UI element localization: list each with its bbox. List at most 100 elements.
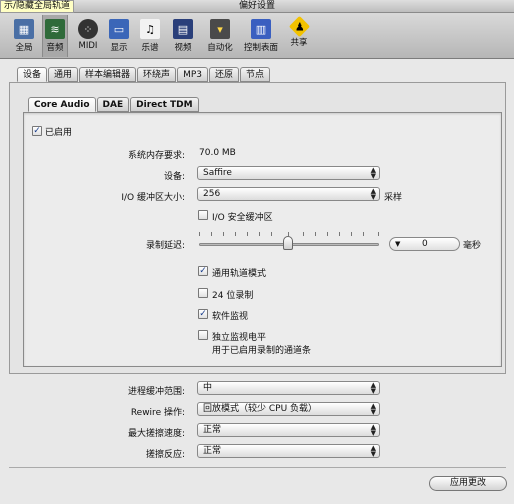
toolbar-audio[interactable]: ≋ 音频 [42, 15, 68, 57]
rewire-popup[interactable]: 回放模式（较少 CPU 负载） ▲ ▼ [197, 402, 380, 416]
toolbar-display[interactable]: ▭ 显示 [106, 15, 132, 57]
toolbar-midi[interactable]: ⁘ MIDI [75, 15, 101, 57]
delay-unit: 毫秒 [463, 241, 482, 251]
toolbar-label: 共享 [290, 38, 308, 48]
rewire-value: 回放模式（较少 CPU 负载） [203, 404, 318, 414]
audio-prefs-icon: ≋ [45, 19, 65, 39]
toolbar-label: 音频 [46, 43, 64, 53]
prefs-toolbar: ▦ 全局 ≋ 音频 ⁘ MIDI ▭ 显示 ♫ 乐谱 ▤ 视频 ▾ 自动化 ▥ … [0, 13, 514, 59]
toolbar-label: 显示 [110, 43, 128, 53]
toolbar-label: 控制表面 [243, 43, 278, 53]
scrub-response-value: 正常 [203, 446, 222, 456]
slider-tick [211, 232, 212, 236]
toolbar-label: MIDI [78, 41, 98, 51]
popup-arrows-icon: ▲ ▼ [370, 423, 376, 437]
software-monitor-checkbox[interactable]: ✓ [198, 309, 208, 319]
toolbar-control-surfaces[interactable]: ▥ 控制表面 [243, 15, 279, 57]
toolbar-sharing[interactable]: ♟ 共享 [286, 15, 312, 57]
global-prefs-icon: ▦ [14, 19, 34, 39]
slider-tick [339, 232, 340, 236]
device-label: 设备: [163, 172, 185, 182]
slider-tick [315, 232, 316, 236]
tooltip: 示/隐藏全局轨道 [0, 0, 75, 13]
tab-mp3[interactable]: MP3 [177, 67, 208, 82]
delay-value: 0 [422, 239, 428, 249]
delay-stepper[interactable]: ▼ 0 [389, 237, 460, 251]
toolbar-global[interactable]: ▦ 全局 [11, 15, 37, 57]
stepper-down-arrow-icon[interactable]: ▼ [395, 238, 400, 250]
tab-direct-tdm[interactable]: Direct TDM [130, 97, 199, 112]
slider-tick [378, 232, 379, 236]
automation-prefs-icon: ▾ [210, 19, 230, 39]
driver-tabs: Core Audio DAE Direct TDM [28, 97, 200, 112]
slider-tick [223, 232, 224, 236]
toolbar-label: 乐谱 [141, 43, 159, 53]
slider-tick [327, 232, 328, 236]
device-popup[interactable]: Saffire ▲ ▼ [197, 166, 380, 180]
toolbar-label: 视频 [174, 43, 192, 53]
tab-sample-editor[interactable]: 样本编辑器 [79, 67, 137, 82]
delay-slider-thumb[interactable] [283, 236, 293, 250]
bit24-label: 24 位录制 [212, 291, 254, 301]
tab-core-audio[interactable]: Core Audio [28, 97, 96, 112]
tab-dae[interactable]: DAE [96, 97, 130, 112]
enabled-checkbox[interactable]: ✓ [32, 126, 42, 136]
buffer-label: I/O 缓冲区大小: [121, 193, 185, 203]
buffer-unit: 采样 [384, 193, 403, 203]
universal-track-checkbox[interactable]: ✓ [198, 266, 208, 276]
scrub-response-popup[interactable]: 正常 ▲ ▼ [197, 444, 380, 458]
slider-tick [247, 232, 248, 236]
tab-devices[interactable]: 设备 [17, 67, 48, 82]
toolbar-video[interactable]: ▤ 视频 [170, 15, 196, 57]
slider-tick [235, 232, 236, 236]
scrub-speed-label: 最大搓擦速度: [127, 429, 185, 439]
slider-tick [363, 232, 364, 236]
display-prefs-icon: ▭ [109, 19, 129, 39]
popup-arrows-icon: ▲ ▼ [370, 187, 376, 201]
enabled-label: 已启用 [45, 128, 73, 138]
popup-arrows-icon: ▲ ▼ [370, 402, 376, 416]
independent-monitor-note: 用于已启用录制的通道条 [212, 346, 312, 356]
toolbar-automation[interactable]: ▾ 自动化 [205, 15, 235, 57]
popup-arrows-icon: ▲ ▼ [370, 444, 376, 458]
bit24-checkbox[interactable] [198, 288, 208, 298]
slider-tick [199, 232, 200, 236]
tab-nodes[interactable]: 节点 [240, 67, 271, 82]
popup-arrows-icon: ▲ ▼ [370, 381, 376, 395]
rewire-label: Rewire 操作: [130, 408, 185, 418]
buffer-value: 256 [203, 189, 221, 199]
process-buffer-popup[interactable]: 中 ▲ ▼ [197, 381, 380, 395]
slider-tick [259, 232, 260, 236]
apply-changes-button[interactable]: 应用更改 [429, 476, 507, 491]
buffer-popup[interactable]: 256 ▲ ▼ [197, 187, 380, 201]
universal-track-label: 通用轨道模式 [212, 269, 267, 279]
process-buffer-value: 中 [203, 383, 213, 393]
delay-label: 录制延迟: [145, 241, 185, 251]
slider-tick [303, 232, 304, 236]
midi-prefs-icon: ⁘ [78, 19, 98, 39]
tab-general[interactable]: 通用 [48, 67, 79, 82]
process-buffer-label: 进程缓冲范围: [127, 387, 185, 397]
scrub-response-label: 搓擦反应: [145, 450, 185, 460]
tab-surround[interactable]: 环绕声 [137, 67, 177, 82]
scrub-speed-popup[interactable]: 正常 ▲ ▼ [197, 423, 380, 437]
slider-tick [271, 232, 272, 236]
software-monitor-label: 软件监视 [212, 312, 249, 322]
safety-buffer-label: I/O 安全缓冲区 [212, 213, 273, 223]
independent-monitor-label: 独立监视电平 [212, 333, 267, 343]
toolbar-label: 全局 [15, 43, 33, 53]
safety-buffer-checkbox[interactable] [198, 210, 208, 220]
scrub-speed-value: 正常 [203, 425, 222, 435]
tab-reset[interactable]: 还原 [208, 67, 239, 82]
slider-tick [351, 232, 352, 236]
toolbar-score[interactable]: ♫ 乐谱 [137, 15, 163, 57]
memory-value: 70.0 MB [199, 148, 236, 158]
sharing-icon: ♟ [288, 15, 310, 38]
popup-arrows-icon: ▲ ▼ [370, 166, 376, 180]
independent-monitor-checkbox[interactable] [198, 330, 208, 340]
control-surfaces-icon: ▥ [251, 19, 271, 39]
video-prefs-icon: ▤ [173, 19, 193, 39]
window-title: 偏好设置 [0, 0, 514, 13]
bottom-divider [9, 467, 506, 468]
memory-label: 系统内存要求: [127, 151, 185, 161]
